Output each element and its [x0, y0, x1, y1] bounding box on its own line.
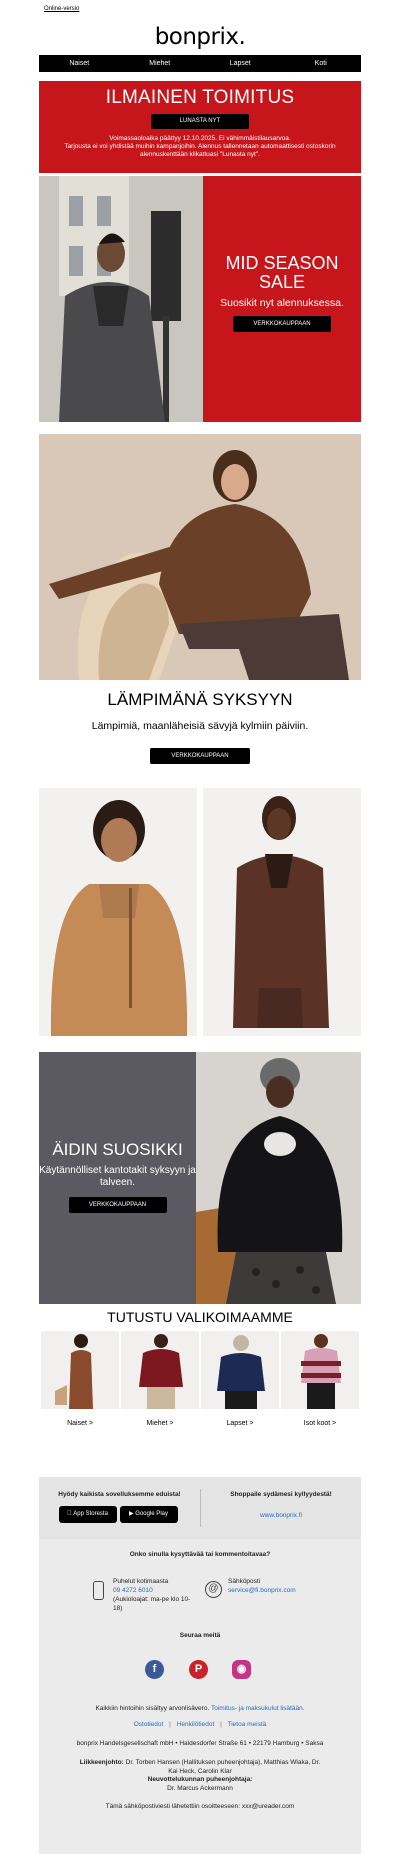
phone-title: Puhelut kotimaasta: [113, 1578, 169, 1585]
brown-coat-image[interactable]: [203, 788, 361, 1036]
footer: Hyödy kaikista sovelluksemme eduista!  …: [39, 1477, 361, 1854]
email-link[interactable]: service@fi.bonprix.com: [228, 1586, 338, 1595]
mothers-shop-button[interactable]: VERKKOKAUPPAAN: [68, 1197, 167, 1213]
category-kids[interactable]: Lapset >: [201, 1331, 279, 1427]
shop-link[interactable]: www.bonprix.fi: [201, 1512, 361, 1519]
management-info: Liikkeenjohto: Dr. Torben Hansen (Hallit…: [39, 1758, 361, 1776]
category-kids-label[interactable]: Lapset >: [201, 1420, 279, 1427]
shop-promo: Shoppaile sydämesi kyllyydestä! www.bonp…: [201, 1491, 361, 1519]
management-names: Dr. Torben Hansen (Hallituksen puheenjoh…: [125, 1759, 321, 1775]
management-label: Liikkeenjohto:: [79, 1759, 124, 1766]
mothers-title: ÄIDIN SUOSIKKI: [52, 1140, 183, 1159]
facebook-icon[interactable]: f: [145, 1660, 164, 1679]
recipient-note: Tämä sähköpostiviesti lähetettiin osoitt…: [105, 1803, 295, 1810]
category-grid: Naiset > Miehet > Lapset > Isot koot >: [39, 1331, 361, 1451]
category-women-label[interactable]: Naiset >: [41, 1420, 119, 1427]
redeem-now-button[interactable]: LUNASTA NYT: [151, 114, 249, 129]
mothers-subtitle: Käytännölliset kantotakit syksyyn ja tal…: [39, 1165, 196, 1188]
google-play-button[interactable]: ▶ Google Play: [119, 1506, 178, 1523]
board-label: Neuvottelukunnan puheenjohtaja:: [147, 1776, 253, 1783]
promo-terms: Tarjousta ei voi yhdistää muihin kampanj…: [64, 143, 336, 158]
mothers-text-panel: ÄIDIN SUOSIKKI Käytännölliset kantotakit…: [39, 1052, 196, 1304]
app-store-label: App Storesta: [70, 1511, 108, 1517]
questions-title: Onko sinulla kysyttävää tai kommentoitav…: [129, 1551, 271, 1558]
nav-item-naiset[interactable]: Naiset: [39, 55, 120, 72]
sale-title: MID SEASON SALE: [225, 253, 339, 292]
category-plus-size[interactable]: Isot koot >: [281, 1331, 359, 1427]
email-title: Sähköposti: [228, 1578, 261, 1585]
purchase-info-link[interactable]: Ostotiedot: [134, 1721, 164, 1728]
footer-links: Ostotiedot | Henkilötiedot | Tietoa meis…: [133, 1721, 267, 1728]
product-image-pair: [39, 788, 361, 1036]
shop-promo-title: Shoppaile sydämesi kyllyydestä!: [230, 1491, 332, 1498]
sale-subtitle: Suosikit nyt alennuksessa.: [220, 297, 344, 309]
free-shipping-banner: ILMAINEN TOIMITUS LUNASTA NYT Voimassaol…: [39, 81, 361, 173]
autumn-shop-button[interactable]: VERKKOKAUPPAAN: [150, 748, 250, 764]
autumn-section-subtitle: Lämpimiä, maanläheisiä sävyjä kylmiin pä…: [91, 720, 309, 732]
follow-title: Seuraa meitä: [179, 1632, 221, 1639]
nav-item-lapset[interactable]: Lapset: [200, 55, 281, 72]
phone-hours: (Aukioloajat: ma-pe klo 10-18): [113, 1596, 191, 1612]
pinterest-icon[interactable]: P: [189, 1660, 208, 1679]
app-store-button[interactable]:  App Storesta: [58, 1506, 117, 1523]
app-promo: Hyödy kaikista sovelluksemme eduista!  …: [39, 1491, 200, 1523]
personal-data-link[interactable]: Henkilötiedot: [177, 1721, 215, 1728]
vat-text: Kaikkiin hintoihin sisältyy arvonlisäver…: [95, 1705, 210, 1712]
category-kids-image[interactable]: [201, 1331, 279, 1409]
mid-season-sale-banner[interactable]: MID SEASON SALE Suosikit nyt alennuksess…: [39, 176, 361, 422]
mothers-favourite-banner[interactable]: ÄIDIN SUOSIKKI Käytännölliset kantotakit…: [39, 1052, 361, 1304]
company-address: bonprix Handelsgesellschaft mbH • Haldes…: [76, 1740, 324, 1747]
instagram-icon[interactable]: ◉: [232, 1660, 251, 1679]
category-men-image[interactable]: [121, 1331, 199, 1409]
footer-top: Hyödy kaikista sovelluksemme eduista!  …: [39, 1477, 361, 1539]
nav-item-koti[interactable]: Koti: [281, 55, 362, 72]
apple-icon: : [67, 1511, 72, 1517]
autumn-warmth-image[interactable]: [39, 434, 361, 680]
autumn-section-title: LÄMPIMÄNÄ SYKSYYN: [107, 690, 293, 709]
phone-contact: Puhelut kotimaasta 09 4272 6010 (Aukiolo…: [113, 1577, 193, 1613]
category-women[interactable]: Naiset >: [41, 1331, 119, 1427]
at-sign-icon: @: [205, 1581, 222, 1598]
main-nav: Naiset Miehet Lapset Koti: [39, 55, 361, 72]
sale-text-panel: MID SEASON SALE Suosikit nyt alennuksess…: [203, 176, 361, 422]
about-us-link[interactable]: Tietoa meistä: [227, 1721, 266, 1728]
sale-hero-image[interactable]: [39, 176, 203, 422]
promo-title: ILMAINEN TOIMITUS: [105, 87, 295, 108]
promo-validity: Voimassaoloaika päättyy 12.10.2025. Ei v…: [109, 135, 291, 142]
category-plus-size-label[interactable]: Isot koot >: [281, 1420, 359, 1427]
play-icon: ▶: [129, 1511, 134, 1517]
phone-number[interactable]: 09 4272 6010: [113, 1586, 193, 1595]
board-name: Dr. Marcus Ackermann: [167, 1785, 233, 1792]
sale-shop-button[interactable]: VERKKOKAUPPAAN: [233, 316, 331, 332]
online-version-link[interactable]: Online-versio: [44, 6, 79, 12]
app-promo-title: Hyödy kaikista sovelluksemme eduista!: [58, 1491, 181, 1498]
category-women-image[interactable]: [41, 1331, 119, 1409]
carrier-jacket-image[interactable]: [196, 1052, 361, 1304]
category-men-label[interactable]: Miehet >: [121, 1420, 199, 1427]
category-men[interactable]: Miehet >: [121, 1331, 199, 1427]
category-plus-size-image[interactable]: [281, 1331, 359, 1409]
categories-title: TUTUSTU VALIKOIMAAMME: [107, 1309, 293, 1325]
bonprix-logo[interactable]: bonprix.: [0, 24, 400, 50]
email-contact: Sähköposti service@fi.bonprix.com: [228, 1577, 338, 1595]
phone-icon: [93, 1581, 104, 1600]
teddy-jacket-image[interactable]: [39, 788, 197, 1036]
google-play-label: Google Play: [135, 1511, 168, 1517]
nav-item-miehet[interactable]: Miehet: [120, 55, 201, 72]
vat-note: Kaikkiin hintoihin sisältyy arvonlisäver…: [39, 1705, 361, 1712]
shipping-costs-link[interactable]: Toimitus- ja maksukulut lisätään.: [211, 1705, 305, 1712]
